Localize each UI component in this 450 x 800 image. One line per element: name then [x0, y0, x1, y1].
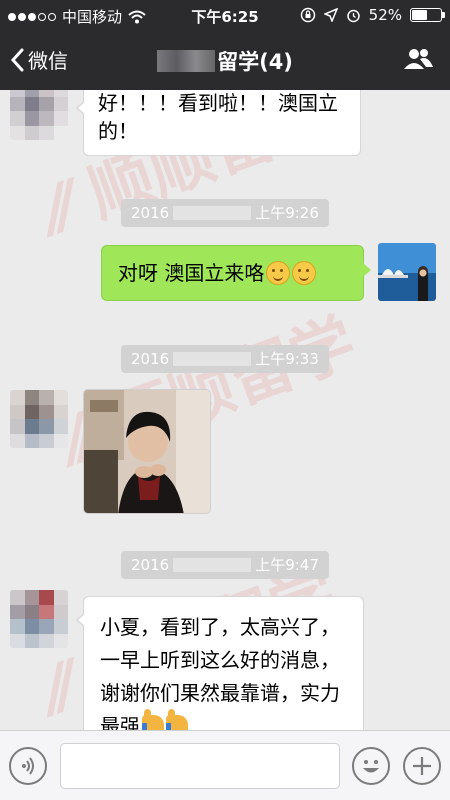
timestamp-time: 上午9:33	[255, 350, 319, 368]
timestamp-time: 上午9:47	[255, 556, 319, 574]
redacted-date	[173, 558, 252, 572]
more-button[interactable]	[403, 747, 441, 785]
chat-title: 留学(4)	[0, 46, 450, 76]
battery-level	[412, 10, 427, 20]
input-bar	[0, 730, 450, 800]
thumbs-up-emoji-icon	[166, 709, 188, 730]
message-text: 对呀 澳国立来咯	[118, 261, 265, 285]
status-bar: 中国移动 下午6:25 52%	[0, 0, 450, 30]
photo-thumbnail	[84, 390, 210, 513]
contacts-icon	[404, 49, 433, 69]
avatar[interactable]	[10, 90, 68, 140]
thumbs-up-emoji-icon	[142, 709, 164, 730]
battery-percent: 52%	[368, 6, 402, 24]
smile-emoji-icon	[266, 261, 291, 285]
avatar-self[interactable]	[378, 243, 436, 301]
plus-icon	[413, 757, 431, 775]
chat-title-text: 留学(4)	[217, 50, 293, 74]
timestamp-year: 2016	[131, 204, 170, 222]
message-bubble-sent[interactable]: 对呀 澳国立来咯	[101, 245, 371, 301]
redacted-date	[173, 206, 252, 220]
timestamp-year: 2016	[131, 350, 170, 368]
voice-button[interactable]	[9, 747, 47, 785]
redacted-date	[173, 352, 252, 366]
message-bubble[interactable]: 小夏，看到了，太高兴了，一早上听到这么好的消息，谢谢你们果然最靠谱，实力最强	[76, 596, 364, 730]
battery-icon	[410, 8, 445, 22]
voice-icon	[22, 757, 34, 775]
timestamp: 2016 上午9:33	[121, 345, 329, 373]
status-right: 52%	[300, 6, 445, 24]
smile-emoji-icon	[292, 261, 317, 285]
sydney-photo-avatar	[378, 243, 436, 301]
emoji-button[interactable]	[352, 747, 390, 785]
timestamp-time: 上午9:26	[255, 204, 319, 222]
timestamp: 2016 上午9:26	[121, 199, 329, 227]
avatar[interactable]	[10, 390, 68, 448]
group-info-button[interactable]	[402, 47, 434, 75]
location-icon	[323, 8, 338, 22]
message-text: 好！！！看到啦！！澳国立的！	[98, 91, 338, 143]
nav-bar: 微信 留学(4)	[0, 30, 450, 90]
redacted-name	[157, 50, 216, 72]
image-message[interactable]	[83, 389, 211, 514]
timestamp-year: 2016	[131, 556, 170, 574]
timestamp: 2016 上午9:47	[121, 551, 329, 579]
message-bubble[interactable]: 好！！！看到啦！！澳国立的！	[76, 90, 361, 156]
message-input[interactable]	[60, 743, 340, 789]
message-text: 小夏，看到了，太高兴了，一早上听到这么好的消息，谢谢你们果然最靠谱，实力最强	[100, 615, 340, 730]
chat-area[interactable]: ⁄⁄ 顺顺留学 ⁄⁄ 顺顺留学 ⁄⁄ 顺顺留学 好！！！看到啦！！澳国立的！ 2…	[0, 90, 450, 730]
avatar[interactable]	[10, 590, 68, 648]
emoji-icon	[363, 760, 379, 773]
alarm-icon	[346, 9, 360, 22]
lock-rotation-icon	[300, 7, 315, 23]
